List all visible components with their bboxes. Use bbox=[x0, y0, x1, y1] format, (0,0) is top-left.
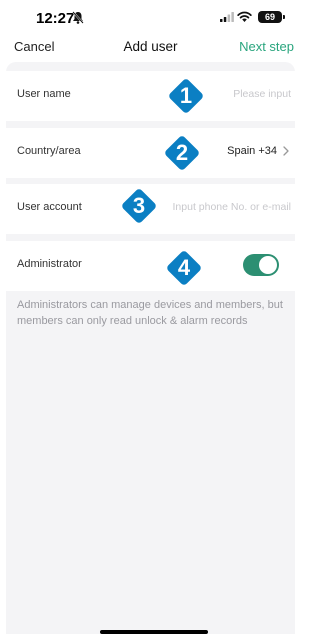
status-bar: 12:27 69 bbox=[0, 0, 301, 34]
user-account-label: User account bbox=[17, 201, 82, 213]
administrator-toggle[interactable] bbox=[243, 254, 279, 276]
next-step-button[interactable]: Next step bbox=[239, 39, 294, 54]
signal-icon bbox=[220, 12, 234, 22]
chevron-right-icon bbox=[283, 146, 289, 156]
user-name-input[interactable]: Please input bbox=[233, 88, 291, 100]
wifi-icon bbox=[237, 11, 252, 22]
annotation-number: 1 bbox=[179, 83, 193, 108]
toggle-knob bbox=[259, 256, 277, 274]
country-row[interactable]: Country/area Spain +34 bbox=[6, 128, 295, 178]
bell-muted-icon bbox=[72, 11, 84, 24]
country-value: Spain +34 bbox=[227, 145, 277, 157]
user-account-input[interactable]: Input phone No. or e-mail bbox=[173, 201, 291, 213]
nav-bar: Cancel Add user Next step bbox=[0, 34, 301, 60]
administrator-row: Administrator bbox=[6, 241, 295, 291]
status-time: 12:27 bbox=[36, 10, 75, 27]
annotation-number: 2 bbox=[175, 140, 189, 165]
user-name-label: User name bbox=[17, 88, 71, 100]
annotation-badge-3: 3 bbox=[117, 184, 161, 228]
annotation-number: 3 bbox=[132, 193, 146, 218]
annotation-badge-4: 4 bbox=[162, 246, 206, 290]
country-label: Country/area bbox=[17, 145, 81, 157]
administrator-label: Administrator bbox=[17, 258, 82, 270]
user-name-row[interactable]: User name Please input bbox=[6, 71, 295, 121]
home-indicator bbox=[100, 630, 208, 634]
annotation-number: 4 bbox=[177, 255, 191, 280]
battery-icon: 69 bbox=[258, 11, 285, 23]
annotation-badge-2: 2 bbox=[160, 131, 204, 175]
annotation-badge-1: 1 bbox=[164, 74, 208, 118]
administrator-hint: Administrators can manage devices and me… bbox=[17, 299, 283, 327]
